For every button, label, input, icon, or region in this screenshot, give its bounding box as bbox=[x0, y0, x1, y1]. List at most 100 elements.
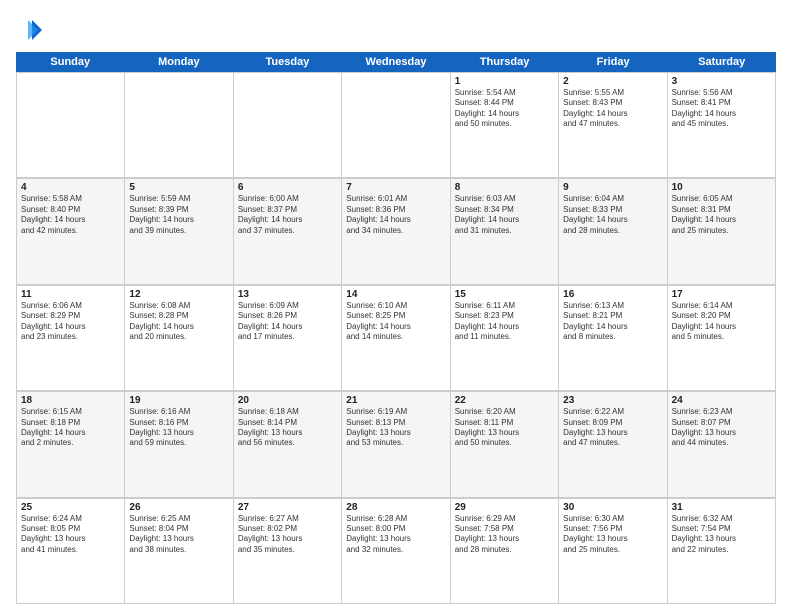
day-cell-17: 17Sunrise: 6:14 AM Sunset: 8:20 PM Dayli… bbox=[668, 286, 776, 391]
day-cell-27: 27Sunrise: 6:27 AM Sunset: 8:02 PM Dayli… bbox=[234, 499, 342, 604]
day-info: Sunrise: 5:54 AM Sunset: 8:44 PM Dayligh… bbox=[455, 88, 554, 130]
calendar-row-1: 1Sunrise: 5:54 AM Sunset: 8:44 PM Daylig… bbox=[16, 72, 776, 178]
day-cell-31: 31Sunrise: 6:32 AM Sunset: 7:54 PM Dayli… bbox=[668, 499, 776, 604]
day-info: Sunrise: 6:20 AM Sunset: 8:11 PM Dayligh… bbox=[455, 407, 554, 449]
weekday-header-friday: Friday bbox=[559, 52, 668, 72]
day-number: 23 bbox=[563, 395, 662, 406]
day-number: 12 bbox=[129, 289, 228, 300]
day-number: 10 bbox=[672, 182, 771, 193]
day-info: Sunrise: 5:55 AM Sunset: 8:43 PM Dayligh… bbox=[563, 88, 662, 130]
day-cell-8: 8Sunrise: 6:03 AM Sunset: 8:34 PM Daylig… bbox=[451, 179, 559, 284]
day-number: 15 bbox=[455, 289, 554, 300]
day-info: Sunrise: 6:01 AM Sunset: 8:36 PM Dayligh… bbox=[346, 194, 445, 236]
day-cell-23: 23Sunrise: 6:22 AM Sunset: 8:09 PM Dayli… bbox=[559, 392, 667, 497]
day-number: 5 bbox=[129, 182, 228, 193]
day-info: Sunrise: 6:13 AM Sunset: 8:21 PM Dayligh… bbox=[563, 301, 662, 343]
day-number: 24 bbox=[672, 395, 771, 406]
empty-cell-r0c2 bbox=[234, 73, 342, 178]
day-number: 27 bbox=[238, 502, 337, 513]
header bbox=[16, 16, 776, 44]
day-number: 8 bbox=[455, 182, 554, 193]
day-number: 30 bbox=[563, 502, 662, 513]
day-cell-20: 20Sunrise: 6:18 AM Sunset: 8:14 PM Dayli… bbox=[234, 392, 342, 497]
calendar-row-3: 11Sunrise: 6:06 AM Sunset: 8:29 PM Dayli… bbox=[16, 285, 776, 391]
day-cell-2: 2Sunrise: 5:55 AM Sunset: 8:43 PM Daylig… bbox=[559, 73, 667, 178]
day-info: Sunrise: 6:05 AM Sunset: 8:31 PM Dayligh… bbox=[672, 194, 771, 236]
day-number: 25 bbox=[21, 502, 120, 513]
day-info: Sunrise: 5:59 AM Sunset: 8:39 PM Dayligh… bbox=[129, 194, 228, 236]
calendar-body: 1Sunrise: 5:54 AM Sunset: 8:44 PM Daylig… bbox=[16, 72, 776, 604]
day-cell-22: 22Sunrise: 6:20 AM Sunset: 8:11 PM Dayli… bbox=[451, 392, 559, 497]
calendar-row-4: 18Sunrise: 6:15 AM Sunset: 8:18 PM Dayli… bbox=[16, 391, 776, 497]
day-number: 31 bbox=[672, 502, 771, 513]
day-info: Sunrise: 6:09 AM Sunset: 8:26 PM Dayligh… bbox=[238, 301, 337, 343]
day-cell-16: 16Sunrise: 6:13 AM Sunset: 8:21 PM Dayli… bbox=[559, 286, 667, 391]
weekday-header-thursday: Thursday bbox=[450, 52, 559, 72]
day-info: Sunrise: 6:30 AM Sunset: 7:56 PM Dayligh… bbox=[563, 514, 662, 556]
day-number: 22 bbox=[455, 395, 554, 406]
day-info: Sunrise: 6:03 AM Sunset: 8:34 PM Dayligh… bbox=[455, 194, 554, 236]
day-cell-6: 6Sunrise: 6:00 AM Sunset: 8:37 PM Daylig… bbox=[234, 179, 342, 284]
day-cell-14: 14Sunrise: 6:10 AM Sunset: 8:25 PM Dayli… bbox=[342, 286, 450, 391]
day-number: 14 bbox=[346, 289, 445, 300]
day-number: 18 bbox=[21, 395, 120, 406]
day-number: 6 bbox=[238, 182, 337, 193]
day-info: Sunrise: 6:15 AM Sunset: 8:18 PM Dayligh… bbox=[21, 407, 120, 449]
day-info: Sunrise: 6:32 AM Sunset: 7:54 PM Dayligh… bbox=[672, 514, 771, 556]
day-info: Sunrise: 6:00 AM Sunset: 8:37 PM Dayligh… bbox=[238, 194, 337, 236]
day-info: Sunrise: 6:06 AM Sunset: 8:29 PM Dayligh… bbox=[21, 301, 120, 343]
day-cell-4: 4Sunrise: 5:58 AM Sunset: 8:40 PM Daylig… bbox=[17, 179, 125, 284]
day-number: 4 bbox=[21, 182, 120, 193]
day-cell-19: 19Sunrise: 6:16 AM Sunset: 8:16 PM Dayli… bbox=[125, 392, 233, 497]
day-cell-11: 11Sunrise: 6:06 AM Sunset: 8:29 PM Dayli… bbox=[17, 286, 125, 391]
day-cell-13: 13Sunrise: 6:09 AM Sunset: 8:26 PM Dayli… bbox=[234, 286, 342, 391]
day-cell-5: 5Sunrise: 5:59 AM Sunset: 8:39 PM Daylig… bbox=[125, 179, 233, 284]
day-cell-18: 18Sunrise: 6:15 AM Sunset: 8:18 PM Dayli… bbox=[17, 392, 125, 497]
day-info: Sunrise: 6:22 AM Sunset: 8:09 PM Dayligh… bbox=[563, 407, 662, 449]
day-cell-24: 24Sunrise: 6:23 AM Sunset: 8:07 PM Dayli… bbox=[668, 392, 776, 497]
day-info: Sunrise: 5:58 AM Sunset: 8:40 PM Dayligh… bbox=[21, 194, 120, 236]
day-number: 28 bbox=[346, 502, 445, 513]
day-cell-29: 29Sunrise: 6:29 AM Sunset: 7:58 PM Dayli… bbox=[451, 499, 559, 604]
day-number: 7 bbox=[346, 182, 445, 193]
day-info: Sunrise: 6:27 AM Sunset: 8:02 PM Dayligh… bbox=[238, 514, 337, 556]
day-cell-7: 7Sunrise: 6:01 AM Sunset: 8:36 PM Daylig… bbox=[342, 179, 450, 284]
weekday-header-wednesday: Wednesday bbox=[342, 52, 451, 72]
day-info: Sunrise: 6:08 AM Sunset: 8:28 PM Dayligh… bbox=[129, 301, 228, 343]
day-cell-21: 21Sunrise: 6:19 AM Sunset: 8:13 PM Dayli… bbox=[342, 392, 450, 497]
day-number: 3 bbox=[672, 76, 771, 87]
page: SundayMondayTuesdayWednesdayThursdayFrid… bbox=[0, 0, 792, 612]
logo-icon bbox=[16, 16, 44, 44]
day-cell-15: 15Sunrise: 6:11 AM Sunset: 8:23 PM Dayli… bbox=[451, 286, 559, 391]
day-number: 21 bbox=[346, 395, 445, 406]
day-number: 2 bbox=[563, 76, 662, 87]
day-info: Sunrise: 6:11 AM Sunset: 8:23 PM Dayligh… bbox=[455, 301, 554, 343]
empty-cell-r0c0 bbox=[17, 73, 125, 178]
weekday-header-sunday: Sunday bbox=[16, 52, 125, 72]
day-info: Sunrise: 6:19 AM Sunset: 8:13 PM Dayligh… bbox=[346, 407, 445, 449]
day-number: 29 bbox=[455, 502, 554, 513]
calendar: SundayMondayTuesdayWednesdayThursdayFrid… bbox=[16, 52, 776, 604]
day-cell-25: 25Sunrise: 6:24 AM Sunset: 8:05 PM Dayli… bbox=[17, 499, 125, 604]
day-info: Sunrise: 6:24 AM Sunset: 8:05 PM Dayligh… bbox=[21, 514, 120, 556]
day-number: 26 bbox=[129, 502, 228, 513]
calendar-header: SundayMondayTuesdayWednesdayThursdayFrid… bbox=[16, 52, 776, 72]
day-info: Sunrise: 6:25 AM Sunset: 8:04 PM Dayligh… bbox=[129, 514, 228, 556]
day-info: Sunrise: 6:29 AM Sunset: 7:58 PM Dayligh… bbox=[455, 514, 554, 556]
day-cell-30: 30Sunrise: 6:30 AM Sunset: 7:56 PM Dayli… bbox=[559, 499, 667, 604]
day-info: Sunrise: 6:14 AM Sunset: 8:20 PM Dayligh… bbox=[672, 301, 771, 343]
logo bbox=[16, 16, 48, 44]
weekday-header-tuesday: Tuesday bbox=[233, 52, 342, 72]
day-info: Sunrise: 6:23 AM Sunset: 8:07 PM Dayligh… bbox=[672, 407, 771, 449]
empty-cell-r0c1 bbox=[125, 73, 233, 178]
day-number: 9 bbox=[563, 182, 662, 193]
weekday-header-monday: Monday bbox=[125, 52, 234, 72]
day-number: 19 bbox=[129, 395, 228, 406]
day-number: 20 bbox=[238, 395, 337, 406]
day-number: 17 bbox=[672, 289, 771, 300]
day-info: Sunrise: 6:28 AM Sunset: 8:00 PM Dayligh… bbox=[346, 514, 445, 556]
calendar-row-2: 4Sunrise: 5:58 AM Sunset: 8:40 PM Daylig… bbox=[16, 178, 776, 284]
day-cell-12: 12Sunrise: 6:08 AM Sunset: 8:28 PM Dayli… bbox=[125, 286, 233, 391]
day-number: 1 bbox=[455, 76, 554, 87]
day-number: 16 bbox=[563, 289, 662, 300]
